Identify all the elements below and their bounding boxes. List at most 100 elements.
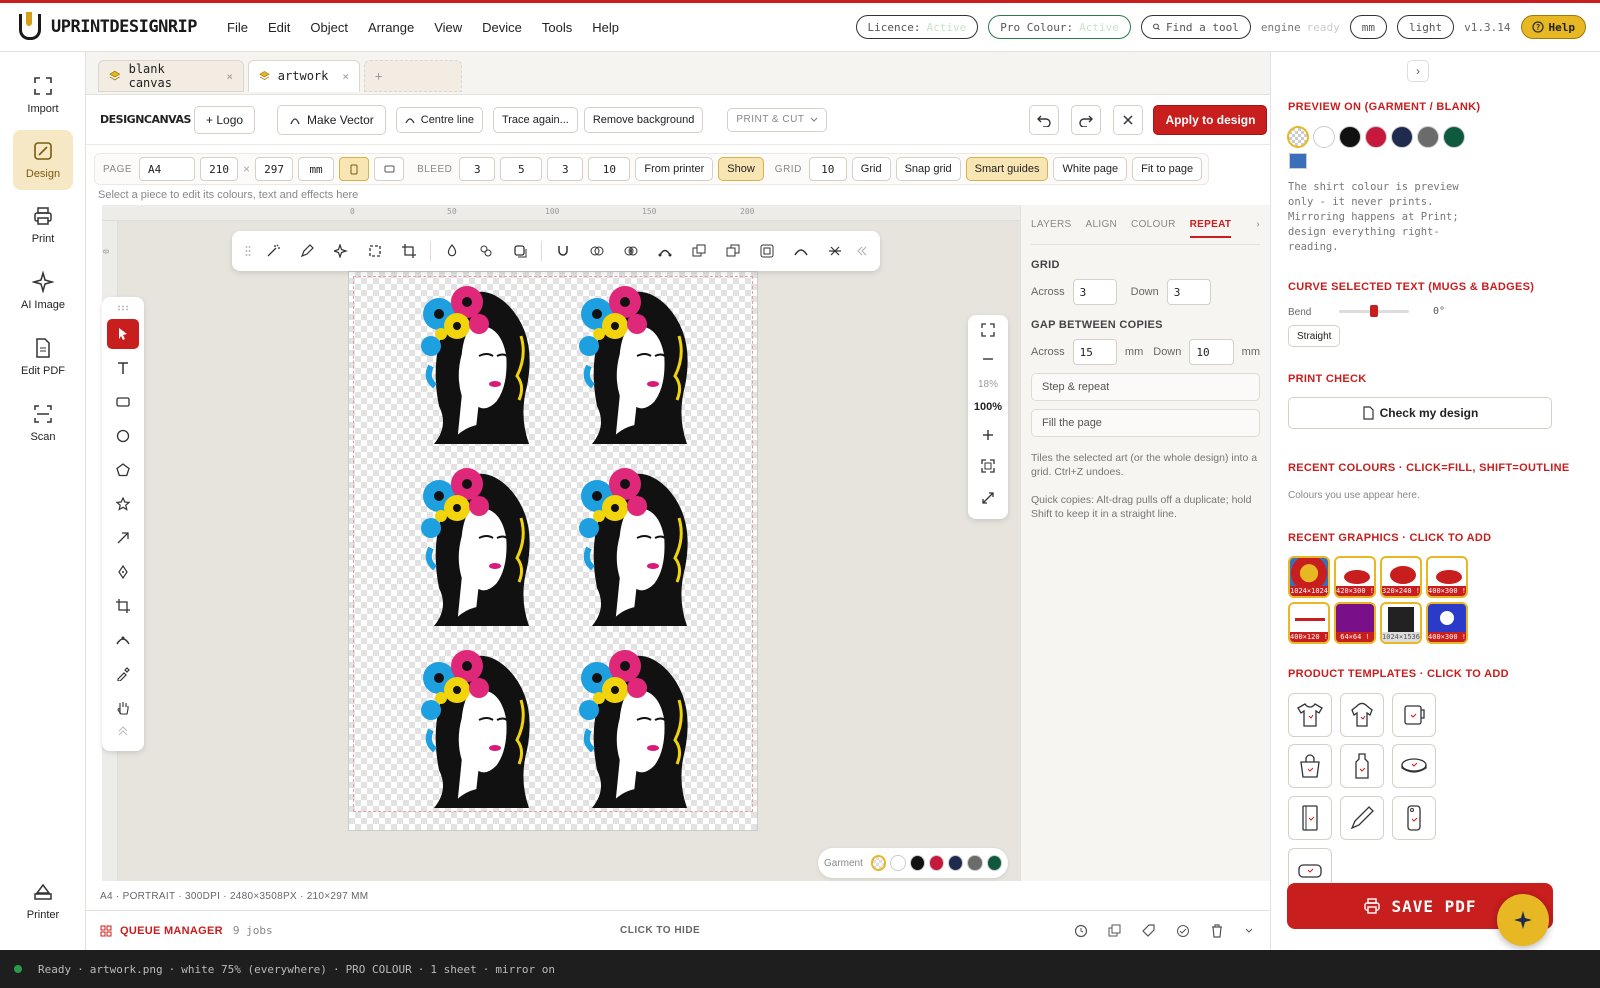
mug-template[interactable] (1392, 693, 1436, 737)
recent-graphic[interactable]: 400×300 ! (1426, 556, 1468, 598)
preview-swatch-blue[interactable] (1289, 153, 1307, 169)
phone-case-template[interactable] (1392, 796, 1436, 840)
expand-diagonal-icon[interactable] (968, 491, 1008, 508)
menu-object[interactable]: Object (300, 20, 358, 35)
white-page-button[interactable]: White page (1053, 157, 1128, 181)
bring-forward-icon[interactable] (682, 236, 716, 266)
bleed-bottom-input[interactable]: 3 (547, 157, 584, 181)
check-circle-icon[interactable] (1176, 924, 1190, 938)
recent-graphic[interactable]: 1024×1024 ! (1288, 556, 1330, 598)
garment-swatch-green[interactable] (986, 855, 1002, 871)
grid-across-input[interactable]: 3 (1072, 279, 1117, 305)
snap-grid-button[interactable]: Snap grid (895, 157, 961, 181)
recent-graphic[interactable]: 400×300 ! (1426, 602, 1468, 644)
tab-repeat[interactable]: REPEAT (1189, 219, 1232, 238)
drop-icon[interactable] (435, 236, 469, 266)
from-printer-button[interactable]: From printer (635, 157, 714, 181)
preview-swatch-grey[interactable] (1417, 126, 1439, 148)
crop-icon[interactable] (392, 236, 426, 266)
pen-tool[interactable] (107, 557, 139, 587)
artwork-copy[interactable] (567, 640, 697, 808)
print-cut-dropdown[interactable]: PRINT & CUT (727, 107, 828, 132)
design-page[interactable] (348, 271, 758, 831)
grid-down-input[interactable]: 3 (1166, 279, 1211, 305)
zoom-level[interactable]: 100% (968, 401, 1008, 413)
intersect-icon[interactable] (614, 236, 648, 266)
show-bleed-button[interactable]: Show (718, 157, 764, 181)
menu-device[interactable]: Device (472, 20, 532, 35)
chevron-right-icon[interactable]: › (1407, 60, 1429, 82)
portrait-button[interactable] (339, 157, 370, 181)
hide-queue-button[interactable]: CLICK TO HIDE (620, 925, 700, 936)
theme-toggle[interactable]: light (1397, 15, 1455, 39)
pro-colour-status[interactable]: Pro Colour: Active (988, 15, 1131, 39)
gap-across-input[interactable]: 15 (1072, 339, 1117, 365)
page-size-select[interactable]: A4 (139, 157, 196, 181)
smart-guides-button[interactable]: Smart guides (965, 157, 1049, 181)
drag-handle-icon[interactable] (107, 301, 139, 315)
fit-to-page-button[interactable]: Fit to page (1132, 157, 1203, 181)
apply-to-design-button[interactable]: Apply to design (1153, 104, 1268, 135)
coaster-template[interactable] (1392, 744, 1436, 788)
notebook-template[interactable] (1288, 796, 1332, 840)
tab-layers[interactable]: LAYERS (1031, 219, 1072, 230)
recent-graphic[interactable]: 420×300 ! (1334, 556, 1376, 598)
tab-align[interactable]: ALIGN (1086, 219, 1118, 230)
artwork-copy[interactable] (409, 458, 539, 626)
garment-swatch-navy[interactable] (948, 855, 964, 871)
redo-button[interactable] (1071, 104, 1102, 135)
tab-colour[interactable]: COLOUR (1131, 219, 1176, 230)
collapse-icon[interactable] (852, 236, 872, 266)
rail-printer[interactable]: Printer (13, 872, 73, 930)
tag-icon[interactable] (1142, 923, 1156, 938)
rectangle-tool[interactable] (107, 387, 139, 417)
garment-swatch-red[interactable] (928, 855, 945, 871)
check-design-button[interactable]: Check my design (1288, 397, 1552, 429)
preview-swatch-black[interactable] (1339, 126, 1361, 148)
zoom-out-icon[interactable] (968, 353, 1008, 368)
zoom-in-icon[interactable] (968, 429, 1008, 444)
preview-swatch-red[interactable] (1365, 126, 1387, 148)
help-button[interactable]: ? Help (1520, 15, 1586, 39)
send-backward-icon[interactable] (716, 236, 750, 266)
trace-again-button[interactable]: Trace again... (492, 106, 578, 133)
add-logo-button[interactable]: + Logo (194, 105, 256, 134)
recent-graphic[interactable]: 320×240 ! (1380, 556, 1422, 598)
grid-size-input[interactable]: 10 (808, 157, 847, 181)
preview-swatch-clear[interactable] (1287, 126, 1309, 148)
path-icon[interactable] (784, 236, 818, 266)
artwork-copy[interactable] (409, 640, 539, 808)
pen-icon[interactable] (290, 236, 324, 266)
menu-help[interactable]: Help (582, 20, 629, 35)
garment-swatch-clear[interactable] (870, 855, 887, 871)
copy-icon[interactable] (1108, 924, 1122, 938)
bleed-right-input[interactable]: 5 (500, 157, 543, 181)
line-tool[interactable] (107, 523, 139, 553)
colour-separate-icon[interactable] (469, 236, 503, 266)
rail-scan[interactable]: Scan (13, 394, 73, 452)
magnet-icon[interactable] (546, 236, 580, 266)
queue-manager[interactable]: QUEUE MANAGER 9 jobs CLICK TO HIDE (86, 910, 1270, 950)
arc-icon[interactable] (648, 236, 682, 266)
hand-tool[interactable] (107, 693, 139, 723)
polygon-tool[interactable] (107, 455, 139, 485)
artwork-copy[interactable] (567, 276, 697, 444)
preview-swatch-navy[interactable] (1391, 126, 1413, 148)
canvas-area[interactable]: 0 50 100 150 200 0 50 100 150 200 250 (101, 205, 1020, 881)
fill-page-button[interactable]: Fill the page (1031, 409, 1260, 437)
pen-template[interactable] (1340, 796, 1384, 840)
page-width-input[interactable]: 210 (200, 157, 239, 181)
unit-select[interactable]: mm (298, 157, 335, 181)
preview-swatch-white[interactable] (1313, 126, 1335, 148)
licence-status[interactable]: Licence: Active (855, 15, 979, 39)
page-height-input[interactable]: 297 (255, 157, 294, 181)
union-icon[interactable] (580, 236, 614, 266)
close-button[interactable] (1113, 104, 1144, 135)
artwork-copy[interactable] (409, 276, 539, 444)
bleed-top-input[interactable]: 3 (459, 157, 496, 181)
curve-tool[interactable] (107, 625, 139, 655)
trash-icon[interactable] (1210, 923, 1224, 938)
rail-design[interactable]: Design (13, 130, 73, 190)
recent-graphic[interactable]: 400×120 ! (1288, 602, 1330, 644)
eyedropper-tool[interactable] (107, 659, 139, 689)
